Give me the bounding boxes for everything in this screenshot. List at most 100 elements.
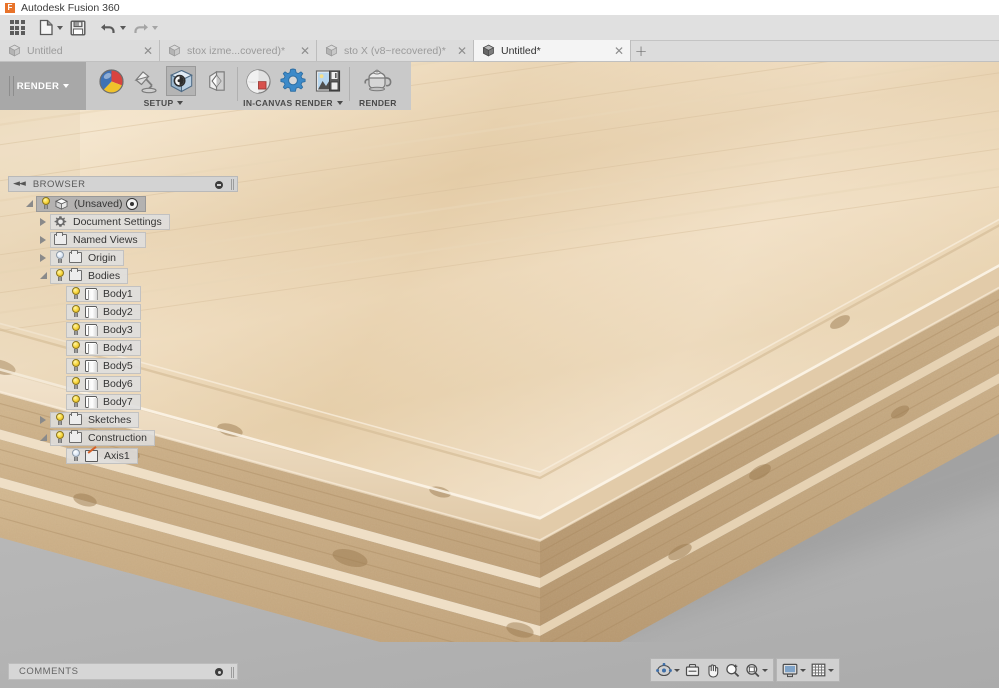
document-tab[interactable]: stox izme...covered)* ✕: [160, 40, 317, 61]
browser-title: BROWSER: [32, 178, 86, 190]
appearance-button[interactable]: [96, 66, 126, 96]
decal-button[interactable]: [201, 66, 231, 96]
tree-node-body[interactable]: Body1: [8, 285, 238, 302]
tree-node-body[interactable]: Body6: [8, 375, 238, 392]
close-icon[interactable]: ✕: [457, 45, 467, 57]
in-canvas-render-button[interactable]: [243, 66, 273, 96]
tree-row[interactable]: Document Settings: [50, 213, 170, 230]
tree-row[interactable]: Body3: [66, 321, 141, 338]
redo-button[interactable]: [130, 17, 160, 39]
lightbulb-on-icon[interactable]: [70, 287, 81, 300]
texture-map-controls-button[interactable]: [166, 66, 196, 96]
tree-row[interactable]: Origin: [50, 249, 125, 266]
lightbulb-off-icon[interactable]: [70, 449, 81, 462]
comments-panel[interactable]: COMMENTS: [8, 663, 238, 680]
tree-node-construction[interactable]: Construction: [8, 429, 238, 446]
tree-node-body[interactable]: Body4: [8, 339, 238, 356]
document-tab[interactable]: sto X (v8~recovered)* ✕: [317, 40, 474, 61]
tree-node-body[interactable]: Body2: [8, 303, 238, 320]
tree-row[interactable]: Named Views: [50, 231, 146, 248]
desk-lamp-icon: [134, 71, 157, 94]
minus-circle-icon[interactable]: [215, 181, 223, 189]
scene-settings-button[interactable]: [131, 66, 161, 96]
close-icon[interactable]: ✕: [614, 45, 624, 57]
panel-resize-grip[interactable]: [231, 179, 234, 190]
lightbulb-on-icon[interactable]: [54, 413, 65, 426]
twisty-open-icon[interactable]: [36, 272, 50, 279]
document-cube-icon: [325, 44, 338, 57]
tree-row[interactable]: Body5: [66, 357, 141, 374]
grid-snaps-button[interactable]: [809, 660, 836, 680]
twisty-open-icon[interactable]: [36, 434, 50, 441]
twisty-closed-icon[interactable]: [36, 415, 50, 424]
close-icon[interactable]: ✕: [143, 45, 153, 57]
lightbulb-on-icon[interactable]: [70, 305, 81, 318]
workspace-selector[interactable]: RENDER: [0, 62, 86, 110]
twisty-closed-icon[interactable]: [36, 235, 50, 244]
in-canvas-render-settings-button[interactable]: [278, 66, 308, 96]
tree-row[interactable]: (Unsaved): [36, 195, 147, 212]
tree-node-body[interactable]: Body5: [8, 357, 238, 374]
tree-row[interactable]: Axis1: [66, 447, 138, 464]
document-tab[interactable]: Untitled ✕: [0, 40, 160, 61]
lightbulb-on-icon[interactable]: [40, 197, 51, 210]
zoom-window-button[interactable]: [743, 660, 770, 680]
tree-row[interactable]: Construction: [50, 429, 155, 446]
panel-button-row: [243, 65, 343, 97]
lightbulb-on-icon[interactable]: [54, 431, 65, 444]
close-icon[interactable]: ✕: [300, 45, 310, 57]
tree-node-named-views[interactable]: Named Views: [8, 231, 238, 248]
texture-cube-icon: [169, 69, 193, 92]
new-document-button[interactable]: [37, 17, 65, 39]
lightbulb-on-icon[interactable]: [70, 341, 81, 354]
pan-button[interactable]: [703, 660, 722, 680]
tree-row[interactable]: Body7: [66, 393, 141, 410]
panel-title-render[interactable]: RENDER: [359, 98, 397, 108]
lightbulb-on-icon[interactable]: [70, 377, 81, 390]
browser-header: ◄◄ BROWSER: [8, 176, 238, 192]
tree-row[interactable]: Sketches: [50, 411, 140, 428]
tree-row[interactable]: Body4: [66, 339, 141, 356]
tree-node-body[interactable]: Body7: [8, 393, 238, 410]
lightbulb-off-icon[interactable]: [54, 251, 65, 264]
app-grid-button[interactable]: [6, 17, 28, 39]
comments-resize-grip[interactable]: [231, 667, 234, 678]
look-at-button[interactable]: [683, 660, 702, 680]
capture-image-button[interactable]: [313, 66, 343, 96]
activate-target-icon[interactable]: [126, 197, 139, 210]
zoom-button[interactable]: [723, 660, 742, 680]
tree-row[interactable]: Bodies: [50, 267, 129, 284]
tree-node-document-settings[interactable]: Document Settings: [8, 213, 238, 230]
lightbulb-on-icon[interactable]: [54, 269, 65, 282]
tree-node-sketches[interactable]: Sketches: [8, 411, 238, 428]
tree-node-root[interactable]: (Unsaved): [8, 195, 238, 212]
circle-dot-icon[interactable]: [215, 668, 223, 676]
new-tab-button[interactable]: +: [631, 40, 651, 61]
render-button[interactable]: [360, 66, 396, 96]
tree-row[interactable]: Body2: [66, 303, 141, 320]
3d-render-viewport[interactable]: ◄◄ BROWSER (Unsaved) Document Settings N…: [0, 62, 999, 688]
panel-title-in-canvas-render[interactable]: IN-CANVAS RENDER: [243, 98, 343, 108]
twisty-closed-icon[interactable]: [36, 217, 50, 226]
undo-button[interactable]: [98, 17, 128, 39]
orbit-button[interactable]: [654, 660, 682, 680]
display-settings-button[interactable]: [780, 660, 808, 680]
twisty-closed-icon[interactable]: [36, 253, 50, 262]
ribbon-grip: [9, 76, 14, 96]
tree-node-axis[interactable]: Axis1: [8, 447, 238, 464]
tree-node-origin[interactable]: Origin: [8, 249, 238, 266]
document-tab-active[interactable]: Untitled* ✕: [474, 40, 631, 61]
tree-node-body[interactable]: Body3: [8, 321, 238, 338]
save-button[interactable]: [67, 17, 89, 39]
chevron-down-icon: [120, 25, 126, 30]
lightbulb-on-icon[interactable]: [70, 323, 81, 336]
tree-row[interactable]: Body1: [66, 285, 141, 302]
lightbulb-on-icon[interactable]: [70, 359, 81, 372]
tree-node-bodies[interactable]: Bodies: [8, 267, 238, 284]
collapse-left-icon[interactable]: ◄◄: [13, 179, 26, 189]
lightbulb-on-icon[interactable]: [70, 395, 81, 408]
panel-title-setup[interactable]: SETUP: [144, 98, 184, 108]
panel-title-label: IN-CANVAS RENDER: [243, 98, 333, 108]
tree-row[interactable]: Body6: [66, 375, 141, 392]
twisty-open-icon[interactable]: [22, 200, 36, 207]
